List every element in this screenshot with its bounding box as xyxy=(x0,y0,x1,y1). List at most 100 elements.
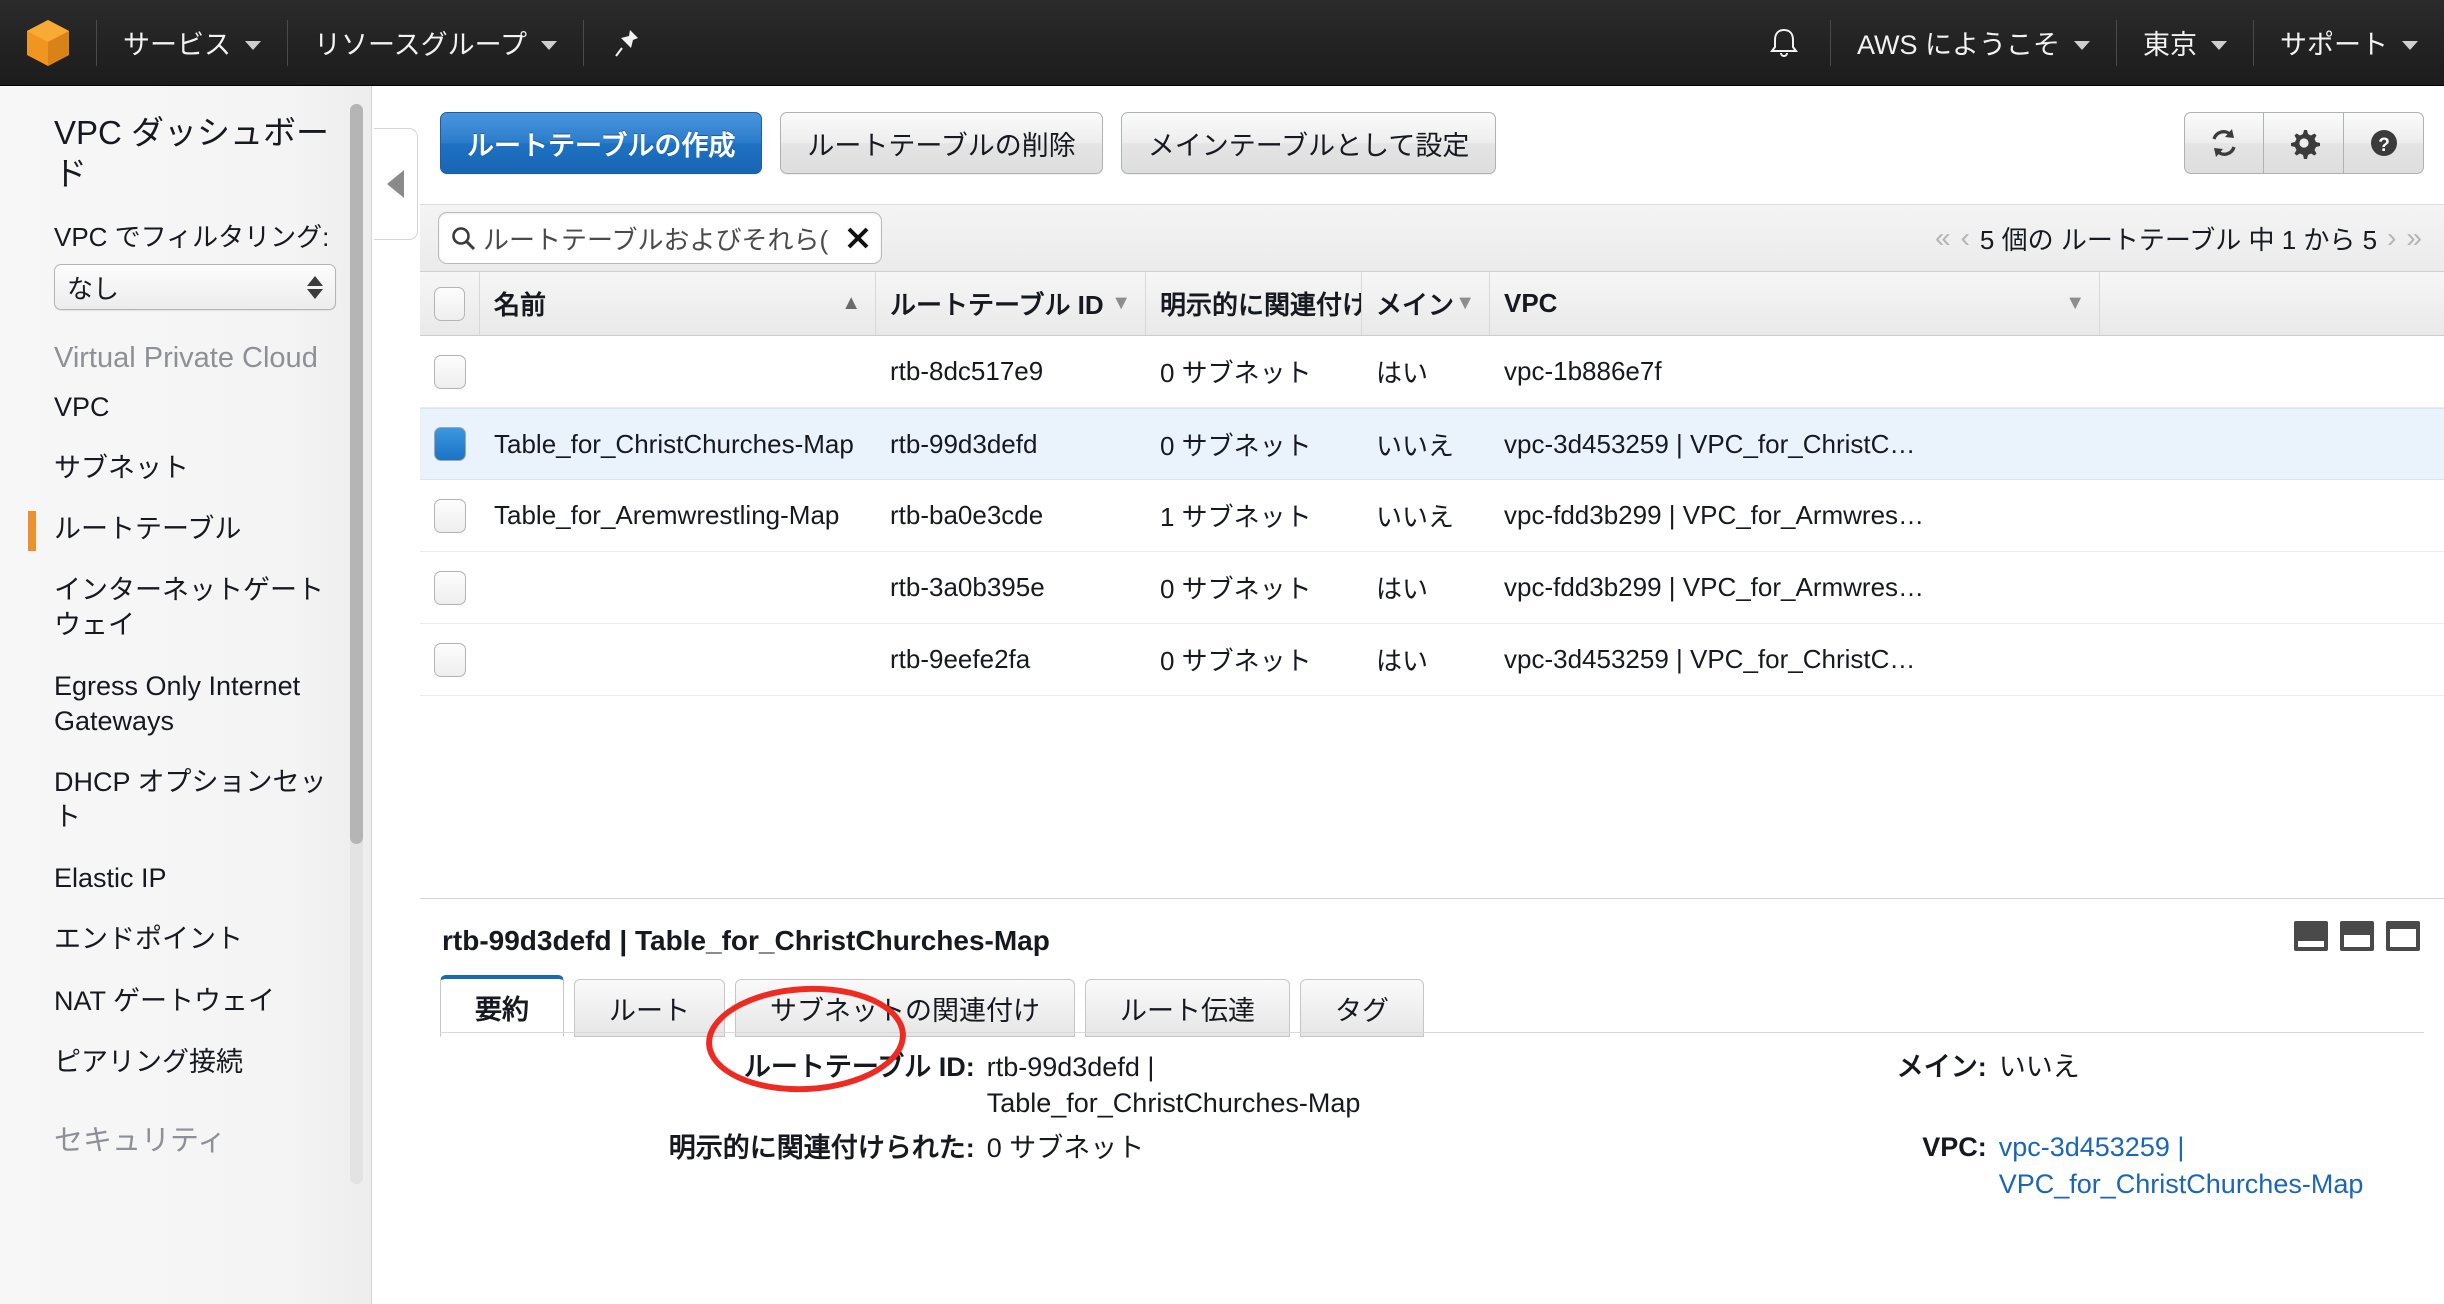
chevron-down-icon xyxy=(245,41,261,50)
column-header-explicit-association[interactable]: 明示的に関連付けら ▼ xyxy=(1146,272,1362,335)
sidebar-item-dhcp-option-sets[interactable]: DHCP オプションセット xyxy=(0,752,371,848)
row-select-cell[interactable] xyxy=(420,552,480,623)
cell-route-table-id: rtb-ba0e3cde xyxy=(890,500,1044,530)
column-header-name[interactable]: 名前 ▲ xyxy=(480,272,876,335)
sidebar-item-vpc[interactable]: VPC xyxy=(0,377,371,438)
vpc-filter-select[interactable]: なし xyxy=(54,264,336,311)
panel-size-large-icon[interactable] xyxy=(2386,921,2420,951)
field-main: メイン: いいえ xyxy=(1432,1049,2444,1085)
sidebar: VPC ダッシュボード VPC でフィルタリング: なし Virtual Pri… xyxy=(0,86,372,1304)
notifications-button[interactable] xyxy=(1738,0,1830,86)
route-tables-table: 名前 ▲ ルートテーブル ID ▼ 明示的に関連付けら ▼ メイン ▼ VPC … xyxy=(420,272,2444,696)
sidebar-item-label: DHCP オプションセット xyxy=(54,767,327,833)
tab-subnet-associations[interactable]: サブネットの関連付け xyxy=(735,979,1075,1037)
panel-size-medium-icon[interactable] xyxy=(2340,921,2374,951)
row-checkbox[interactable] xyxy=(434,498,466,533)
table-row[interactable]: rtb-9eefe2fa 0 サブネット はい vpc-3d453259 | V… xyxy=(420,624,2444,696)
cell-main: はい xyxy=(1376,646,1429,676)
row-select-cell[interactable] xyxy=(420,624,480,695)
close-icon[interactable] xyxy=(845,225,871,251)
row-select-cell[interactable] xyxy=(420,336,480,407)
cell-explicit-association: 0 サブネット xyxy=(1160,358,1312,388)
pagination-prev-button[interactable]: ‹ xyxy=(1961,222,1970,254)
cell-explicit-association: 1 サブネット xyxy=(1160,502,1312,532)
table-row[interactable]: Table_for_ChristChurches-Map rtb-99d3def… xyxy=(420,408,2444,480)
nav-pin-button[interactable] xyxy=(584,0,670,86)
field-value: rtb-99d3defd | Table_for_ChristChurches-… xyxy=(986,1052,1361,1119)
column-header-route-table-id[interactable]: ルートテーブル ID ▼ xyxy=(876,272,1146,335)
nav-support-menu[interactable]: サポート xyxy=(2254,0,2444,86)
row-checkbox[interactable] xyxy=(434,570,466,605)
row-select-cell[interactable] xyxy=(420,480,480,551)
cell-spacer xyxy=(2100,409,2444,479)
row-checkbox[interactable] xyxy=(434,642,466,677)
row-select-cell[interactable] xyxy=(420,409,480,479)
column-header-spacer xyxy=(2100,272,2444,335)
field-explicit-association: 明示的に関連付けられた: 0 サブネット xyxy=(420,1130,1432,1166)
sidebar-item-label: ピアリング接続 xyxy=(54,1046,243,1077)
row-checkbox[interactable] xyxy=(434,354,466,389)
sidebar-item-route-tables[interactable]: ルートテーブル xyxy=(0,499,371,560)
tab-summary[interactable]: 要約 xyxy=(440,975,564,1037)
cell-name: Table_for_ChristChurches-Map xyxy=(494,428,854,459)
nav-services[interactable]: サービス xyxy=(97,0,287,86)
gear-icon xyxy=(2290,130,2320,159)
create-route-table-button[interactable]: ルートテーブルの作成 xyxy=(440,112,763,174)
sidebar-item-egress-only-internet-gateways[interactable]: Egress Only Internet Gateways xyxy=(0,656,371,752)
cell-spacer xyxy=(2100,624,2444,695)
sidebar-item-peering-connections[interactable]: ピアリング接続 xyxy=(0,1032,371,1093)
top-navigation-right: AWS にようこそ 東京 サポート xyxy=(1738,0,2444,86)
aws-logo[interactable] xyxy=(0,18,96,68)
column-label: ルートテーブル ID xyxy=(890,290,1104,320)
sidebar-item-label: VPC xyxy=(54,391,110,422)
cell-vpc: vpc-3d453259 | VPC_for_ChristC… xyxy=(1504,644,1916,674)
table-row[interactable]: Table_for_Aremwrestling-Map rtb-ba0e3cde… xyxy=(420,480,2444,552)
column-header-vpc[interactable]: VPC ▼ xyxy=(1490,272,2100,335)
set-main-table-button[interactable]: メインテーブルとして設定 xyxy=(1120,112,1497,174)
cell-explicit-association: 0 サブネット xyxy=(1160,574,1312,604)
cell-main: はい xyxy=(1376,574,1429,604)
nav-account-menu[interactable]: AWS にようこそ xyxy=(1831,0,2116,86)
sidebar-scrollbar[interactable] xyxy=(350,104,363,1184)
pagination-next-button[interactable]: › xyxy=(2387,222,2396,254)
table-header-row: 名前 ▲ ルートテーブル ID ▼ 明示的に関連付けら ▼ メイン ▼ VPC … xyxy=(420,272,2444,336)
cell-explicit-association: 0 サブネット xyxy=(1160,646,1312,676)
sidebar-item-elastic-ip[interactable]: Elastic IP xyxy=(0,848,371,909)
search-input[interactable]: ルートテーブルおよびそれら( xyxy=(438,212,882,264)
nav-resource-groups[interactable]: リソースグループ xyxy=(288,0,583,86)
sidebar-item-nat-gateways[interactable]: NAT ゲートウェイ xyxy=(0,971,371,1032)
field-label: VPC: xyxy=(1922,1132,1987,1163)
delete-route-table-button[interactable]: ルートテーブルの削除 xyxy=(780,112,1103,174)
sidebar-item-subnets[interactable]: サブネット xyxy=(0,438,371,499)
sidebar-item-endpoints[interactable]: エンドポイント xyxy=(0,909,371,970)
sort-asc-icon: ▲ xyxy=(841,292,861,314)
search-icon xyxy=(452,227,476,251)
pagination-last-button[interactable]: » xyxy=(2406,222,2422,254)
tab-routes[interactable]: ルート xyxy=(574,979,725,1037)
settings-button[interactable] xyxy=(2264,112,2344,174)
refresh-button[interactable] xyxy=(2184,112,2264,174)
tab-route-propagation[interactable]: ルート伝達 xyxy=(1085,979,1290,1037)
sidebar-scrollbar-thumb[interactable] xyxy=(350,104,363,844)
sidebar-title: VPC ダッシュボード xyxy=(54,114,330,193)
pagination-first-button[interactable]: « xyxy=(1935,222,1951,254)
cell-name xyxy=(480,624,876,695)
tab-tags[interactable]: タグ xyxy=(1300,979,1424,1037)
nav-region-menu[interactable]: 東京 xyxy=(2117,0,2253,86)
detail-panel-title: rtb-99d3defd | Table_for_ChristChurches-… xyxy=(442,925,1050,956)
table-row[interactable]: rtb-3a0b395e 0 サブネット はい vpc-fdd3b299 | V… xyxy=(420,552,2444,624)
sidebar-collapse-button[interactable] xyxy=(374,128,418,240)
table-row[interactable]: rtb-8dc517e9 0 サブネット はい vpc-1b886e7f xyxy=(420,336,2444,408)
bell-icon xyxy=(1769,28,1798,57)
sidebar-item-internet-gateways[interactable]: インターネットゲートウェイ xyxy=(0,560,371,656)
field-value-link[interactable]: vpc-3d453259 | VPC_for_ChristChurches-Ma… xyxy=(1999,1129,2444,1202)
panel-size-small-icon[interactable] xyxy=(2294,921,2328,951)
pagination-status: 5 個の ルートテーブル 中 1 から 5 xyxy=(1979,224,2378,255)
column-header-main[interactable]: メイン ▼ xyxy=(1362,272,1490,335)
row-checkbox[interactable] xyxy=(434,427,466,461)
select-all-checkbox[interactable] xyxy=(434,286,465,321)
select-all-header[interactable] xyxy=(420,272,480,335)
detail-tabs: 要約 ルート サブネットの関連付け ルート伝達 タグ xyxy=(440,975,1424,1037)
field-label: ルートテーブル ID: xyxy=(743,1052,975,1082)
help-button[interactable]: ? xyxy=(2344,112,2424,174)
